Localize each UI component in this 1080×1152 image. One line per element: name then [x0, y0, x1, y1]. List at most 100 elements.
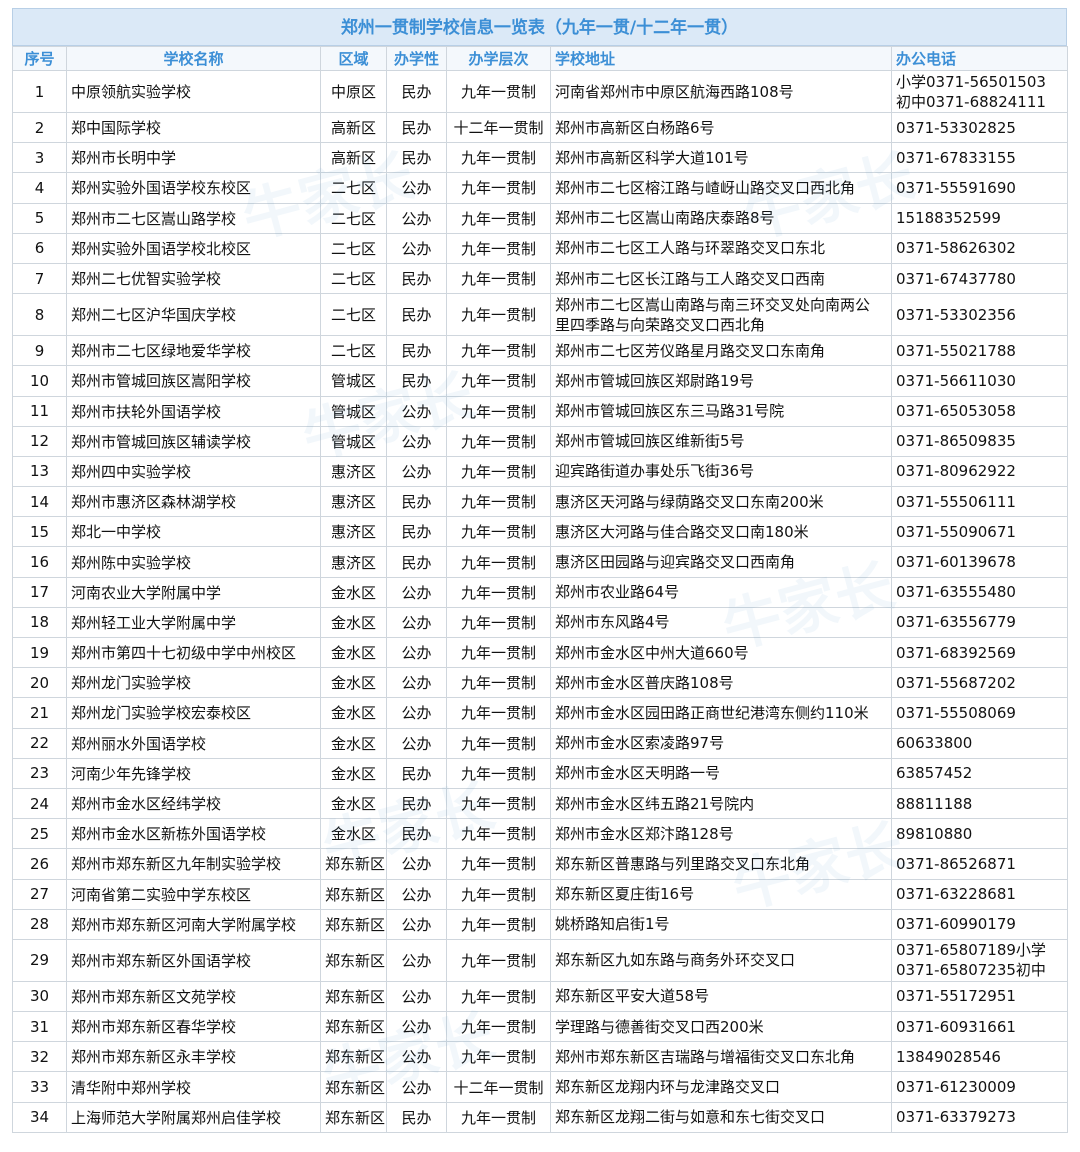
cell-address-line: 郑州市金水区郑汴路128号	[555, 824, 734, 843]
cell-no: 23	[12, 757, 67, 789]
cell-no: 28	[12, 908, 67, 940]
table-row: 32 郑州市郑东新区永丰学校 郑东新区 公办 九年一贯制 郑州市郑东新区吉瑞路与增福街交叉…	[12, 1041, 1068, 1073]
cell-phone-line: 0371-63556779	[896, 613, 1016, 632]
cell-district: 郑东新区	[320, 1011, 387, 1043]
cell-level: 九年一贯制	[446, 787, 551, 820]
cell-no: 7	[12, 262, 67, 295]
cell-type: 公办	[386, 455, 447, 488]
cell-type: 民办	[386, 262, 447, 295]
cell-type: 民办	[386, 516, 447, 548]
cell-no: 8	[12, 293, 67, 337]
cell-school-name: 河南农业大学附属中学	[66, 576, 321, 608]
cell-address: 郑州市农业路64号	[550, 576, 892, 608]
cell-district: 惠济区	[320, 455, 387, 488]
cell-type: 民办	[386, 757, 447, 789]
cell-address: 郑州市二七区嵩山南路与南三环交叉处向南两公 里四季路与向荣路交叉口西北角	[550, 293, 892, 337]
cell-phone-line: 0371-63379273	[896, 1108, 1016, 1127]
cell-type: 民办	[386, 293, 447, 337]
cell-level: 九年一贯制	[446, 425, 551, 457]
cell-type: 公办	[386, 878, 447, 910]
cell-no: 6	[12, 232, 67, 264]
col-header-no: 序号	[12, 46, 67, 71]
cell-address-line: 惠济区大河路与佳合路交叉口南180米	[555, 522, 809, 541]
table-row: 6 郑州实验外国语学校北校区 二七区 公办 九年一贯制 郑州市二七区工人路与环翠路交叉口东…	[12, 232, 1068, 264]
cell-school-name: 郑州市郑东新区九年制实验学校	[66, 848, 321, 880]
cell-address-line: 郑州市二七区芳仪路星月路交叉口东南角	[555, 341, 826, 360]
cell-address: 惠济区大河路与佳合路交叉口南180米	[550, 516, 892, 548]
cell-type: 公办	[386, 727, 447, 759]
cell-address: 郑东新区龙翔内环与龙津路交叉口	[550, 1071, 892, 1103]
table-row: 34 上海师范大学附属郑州启佳学校 郑东新区 民办 九年一贯制 郑东新区龙翔二街与如意和东…	[12, 1101, 1068, 1133]
cell-address-line: 郑州市高新区科学大道101号	[555, 148, 749, 167]
cell-level: 九年一贯制	[446, 172, 551, 204]
cell-type: 公办	[386, 395, 447, 427]
cell-school-name: 郑州市扶轮外国语学校	[66, 395, 321, 427]
cell-school-name: 郑州实验外国语学校东校区	[66, 172, 321, 204]
cell-type: 民办	[386, 70, 447, 113]
cell-type: 公办	[386, 1041, 447, 1073]
cell-phone-line: 0371-63228681	[896, 885, 1016, 904]
cell-district: 管城区	[320, 365, 387, 397]
cell-address: 郑州市二七区榕江路与嵖岈山路交叉口西北角	[550, 172, 892, 204]
cell-level: 九年一贯制	[446, 606, 551, 639]
table-row: 23 河南少年先锋学校 金水区 民办 九年一贯制 郑州市金水区天明路一号 63857452	[12, 757, 1068, 789]
cell-phone-line: 0371-55021788	[896, 341, 1016, 360]
table-row: 7 郑州二七优智实验学校 二七区 民办 九年一贯制 郑州市二七区长江路与工人路交叉口西南 0…	[12, 262, 1068, 295]
cell-address-line: 郑东新区九如东路与商务外环交叉口	[555, 951, 796, 970]
cell-phone-line: 0371-65807189小学	[896, 941, 1046, 960]
cell-no: 18	[12, 606, 67, 639]
cell-phone-line: 0371-55506111	[896, 492, 1016, 511]
table-row: 20 郑州龙门实验学校 金水区 公办 九年一贯制 郑州市金水区普庆路108号 0371-55…	[12, 667, 1068, 699]
cell-address: 郑州市高新区科学大道101号	[550, 142, 892, 174]
cell-address-line: 郑州市管城回族区郑尉路19号	[555, 371, 755, 390]
cell-no: 22	[12, 727, 67, 759]
cell-school-name: 郑中国际学校	[66, 111, 321, 144]
cell-phone-line: 0371-80962922	[896, 462, 1016, 481]
cell-phone: 0371-61230009	[891, 1071, 1068, 1103]
cell-address: 郑东新区普惠路与列里路交叉口东北角	[550, 848, 892, 880]
table-row: 27 河南省第二实验中学东校区 郑东新区 公办 九年一贯制 郑东新区夏庄街16号 0371-…	[12, 878, 1068, 910]
table-row: 33 清华附中郑州学校 郑东新区 公办 十二年一贯制 郑东新区龙翔内环与龙津路交叉口 037…	[12, 1071, 1068, 1103]
cell-phone-line: 0371-55508069	[896, 703, 1016, 722]
cell-district: 惠济区	[320, 546, 387, 578]
cell-address: 惠济区田园路与迎宾路交叉口西南角	[550, 546, 892, 578]
cell-no: 16	[12, 546, 67, 578]
cell-district: 郑东新区	[320, 938, 387, 982]
cell-address-line: 郑州市高新区白杨路6号	[555, 118, 715, 137]
cell-address-line: 郑州市二七区工人路与环翠路交叉口东北	[555, 239, 826, 258]
cell-district: 金水区	[320, 667, 387, 699]
cell-district: 金水区	[320, 818, 387, 850]
cell-phone: 0371-86526871	[891, 848, 1068, 880]
cell-address: 迎宾路街道办事处乐飞街36号	[550, 455, 892, 488]
cell-address-line: 郑东新区龙翔内环与龙津路交叉口	[555, 1078, 781, 1097]
cell-type: 民办	[386, 546, 447, 578]
cell-type: 民办	[386, 1101, 447, 1133]
cell-no: 9	[12, 335, 67, 367]
cell-school-name: 郑州市金水区经纬学校	[66, 787, 321, 820]
cell-phone: 60633800	[891, 727, 1068, 759]
cell-address-line: 郑东新区夏庄街16号	[555, 885, 695, 904]
cell-address-line: 惠济区田园路与迎宾路交叉口西南角	[555, 553, 796, 572]
cell-type: 公办	[386, 232, 447, 264]
cell-district: 二七区	[320, 262, 387, 295]
cell-address: 郑东新区夏庄街16号	[550, 878, 892, 910]
cell-phone: 63857452	[891, 757, 1068, 789]
cell-district: 郑东新区	[320, 848, 387, 880]
cell-district: 惠济区	[320, 486, 387, 518]
table-row: 21 郑州龙门实验学校宏泰校区 金水区 公办 九年一贯制 郑州市金水区园田路正商世纪港湾东…	[12, 697, 1068, 729]
cell-address-line: 郑州市二七区嵩山南路庆泰路8号	[555, 209, 775, 228]
cell-address-line: 郑州市农业路64号	[555, 583, 680, 602]
cell-phone-line: 0371-58626302	[896, 239, 1016, 258]
cell-address: 郑东新区平安大道58号	[550, 980, 892, 1013]
cell-level: 九年一贯制	[446, 1041, 551, 1073]
cell-phone-line: 0371-86526871	[896, 854, 1016, 873]
cell-district: 高新区	[320, 111, 387, 144]
cell-phone-line: 0371-67833155	[896, 148, 1016, 167]
cell-school-name: 郑州丽水外国语学校	[66, 727, 321, 759]
cell-no: 34	[12, 1101, 67, 1133]
cell-phone-line: 13849028546	[896, 1047, 1001, 1066]
cell-address: 郑州市金水区中州大道660号	[550, 636, 892, 669]
cell-phone: 0371-80962922	[891, 455, 1068, 488]
cell-address-line: 郑东新区平安大道58号	[555, 987, 710, 1006]
cell-phone: 0371-63555480	[891, 576, 1068, 608]
